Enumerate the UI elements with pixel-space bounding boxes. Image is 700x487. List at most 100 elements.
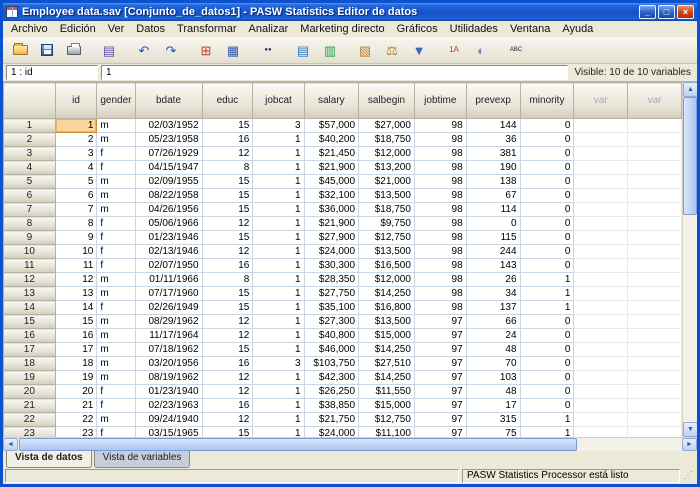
print-button[interactable] (61, 39, 87, 62)
cell-22-gender[interactable]: m (97, 413, 135, 427)
cell-12-bdate[interactable]: 01/11/1966 (135, 273, 202, 287)
cell-11-salary[interactable]: $30,300 (304, 259, 358, 273)
cell-2-prevexp[interactable]: 36 (466, 133, 520, 147)
cell-18-jobcat[interactable]: 3 (253, 357, 304, 371)
cell-18-bdate[interactable]: 03/20/1956 (135, 357, 202, 371)
cell-2-jobcat[interactable]: 1 (253, 133, 304, 147)
cell-8-bdate[interactable]: 05/06/1966 (135, 217, 202, 231)
cell-13-gender[interactable]: m (97, 287, 135, 301)
cell-10-minority[interactable]: 0 (520, 245, 574, 259)
cell-21-var[interactable] (574, 399, 628, 413)
undo-button[interactable]: ↶ (131, 39, 157, 62)
column-header-gender[interactable]: gender (97, 83, 135, 119)
cell-19-gender[interactable]: m (97, 371, 135, 385)
row-header-16[interactable]: 16 (4, 329, 56, 343)
cell-21-bdate[interactable]: 02/23/1963 (135, 399, 202, 413)
cell-2-minority[interactable]: 0 (520, 133, 574, 147)
horizontal-scrollbar[interactable]: ◄ ► (3, 437, 697, 451)
cell-3-salary[interactable]: $21,450 (304, 147, 358, 161)
cell-5-var[interactable] (574, 175, 628, 189)
cell-19-var[interactable] (628, 371, 682, 385)
cell-21-jobcat[interactable]: 1 (253, 399, 304, 413)
cell-14-prevexp[interactable]: 137 (466, 301, 520, 315)
resize-grip[interactable]: ⋰ (683, 469, 695, 483)
cell-9-var[interactable] (628, 231, 682, 245)
row-header-2[interactable]: 2 (4, 133, 56, 147)
cell-12-id[interactable]: 12 (55, 273, 97, 287)
cell-5-prevexp[interactable]: 138 (466, 175, 520, 189)
cell-18-jobtime[interactable]: 97 (414, 357, 466, 371)
cell-13-jobcat[interactable]: 1 (253, 287, 304, 301)
cell-5-var[interactable] (628, 175, 682, 189)
cell-17-minority[interactable]: 0 (520, 343, 574, 357)
cell-4-educ[interactable]: 8 (202, 161, 253, 175)
cell-23-salary[interactable]: $24,000 (304, 427, 358, 438)
cell-3-salbegin[interactable]: $12,000 (359, 147, 415, 161)
cell-16-var[interactable] (574, 329, 628, 343)
cell-8-gender[interactable]: f (97, 217, 135, 231)
cell-18-salary[interactable]: $103,750 (304, 357, 358, 371)
cell-5-id[interactable]: 5 (55, 175, 97, 189)
cell-10-salbegin[interactable]: $13,500 (359, 245, 415, 259)
vertical-scrollbar[interactable]: ▲ ▼ (682, 82, 697, 437)
goto-case-button[interactable]: ⊞ (193, 39, 219, 62)
cell-12-gender[interactable]: m (97, 273, 135, 287)
cell-14-jobtime[interactable]: 98 (414, 301, 466, 315)
cell-15-salbegin[interactable]: $13,500 (359, 315, 415, 329)
cell-20-minority[interactable]: 0 (520, 385, 574, 399)
cell-13-prevexp[interactable]: 34 (466, 287, 520, 301)
cell-8-minority[interactable]: 0 (520, 217, 574, 231)
cell-3-var[interactable] (628, 147, 682, 161)
menu-ayuda[interactable]: Ayuda (556, 22, 599, 36)
cell-10-var[interactable] (574, 245, 628, 259)
cell-22-salbegin[interactable]: $12,750 (359, 413, 415, 427)
cell-10-bdate[interactable]: 02/13/1946 (135, 245, 202, 259)
maximize-button[interactable]: □ (658, 5, 675, 19)
cell-7-id[interactable]: 7 (55, 203, 97, 217)
cell-18-var[interactable] (574, 357, 628, 371)
menu-datos[interactable]: Datos (130, 22, 171, 36)
cell-21-prevexp[interactable]: 17 (466, 399, 520, 413)
cell-13-var[interactable] (628, 287, 682, 301)
cell-2-gender[interactable]: m (97, 133, 135, 147)
cell-10-gender[interactable]: f (97, 245, 135, 259)
cell-13-salary[interactable]: $27,750 (304, 287, 358, 301)
cell-8-educ[interactable]: 12 (202, 217, 253, 231)
cell-14-salbegin[interactable]: $16,800 (359, 301, 415, 315)
cell-13-salbegin[interactable]: $14,250 (359, 287, 415, 301)
cell-4-salary[interactable]: $21,900 (304, 161, 358, 175)
cell-6-minority[interactable]: 0 (520, 189, 574, 203)
cell-6-salary[interactable]: $32,100 (304, 189, 358, 203)
row-header-13[interactable]: 13 (4, 287, 56, 301)
column-header-jobtime[interactable]: jobtime (414, 83, 466, 119)
cell-10-jobcat[interactable]: 1 (253, 245, 304, 259)
cell-1-gender[interactable]: m (97, 119, 135, 133)
cell-9-salary[interactable]: $27,900 (304, 231, 358, 245)
cell-16-salbegin[interactable]: $15,000 (359, 329, 415, 343)
scroll-left-icon[interactable]: ◄ (3, 438, 18, 451)
cell-16-jobcat[interactable]: 1 (253, 329, 304, 343)
variables-button[interactable]: ▦ (220, 39, 246, 62)
cell-12-var[interactable] (628, 273, 682, 287)
cell-13-minority[interactable]: 1 (520, 287, 574, 301)
cell-18-gender[interactable]: m (97, 357, 135, 371)
cell-11-var[interactable] (628, 259, 682, 273)
cell-23-var[interactable] (574, 427, 628, 438)
cell-7-educ[interactable]: 15 (202, 203, 253, 217)
split-file-button[interactable]: ▧ (352, 39, 378, 62)
cell-12-salary[interactable]: $28,350 (304, 273, 358, 287)
cell-2-var[interactable] (628, 133, 682, 147)
cell-3-prevexp[interactable]: 381 (466, 147, 520, 161)
value-labels-button[interactable]: 1A (441, 39, 467, 62)
cell-11-gender[interactable]: f (97, 259, 135, 273)
cell-1-bdate[interactable]: 02/03/1952 (135, 119, 202, 133)
cell-13-bdate[interactable]: 07/17/1960 (135, 287, 202, 301)
cell-7-salary[interactable]: $36,000 (304, 203, 358, 217)
cell-23-jobcat[interactable]: 1 (253, 427, 304, 438)
row-header-21[interactable]: 21 (4, 399, 56, 413)
cell-5-salary[interactable]: $45,000 (304, 175, 358, 189)
menu-marketing-directo[interactable]: Marketing directo (294, 22, 390, 36)
cell-15-bdate[interactable]: 08/29/1962 (135, 315, 202, 329)
row-header-12[interactable]: 12 (4, 273, 56, 287)
cell-23-id[interactable]: 23 (55, 427, 97, 438)
